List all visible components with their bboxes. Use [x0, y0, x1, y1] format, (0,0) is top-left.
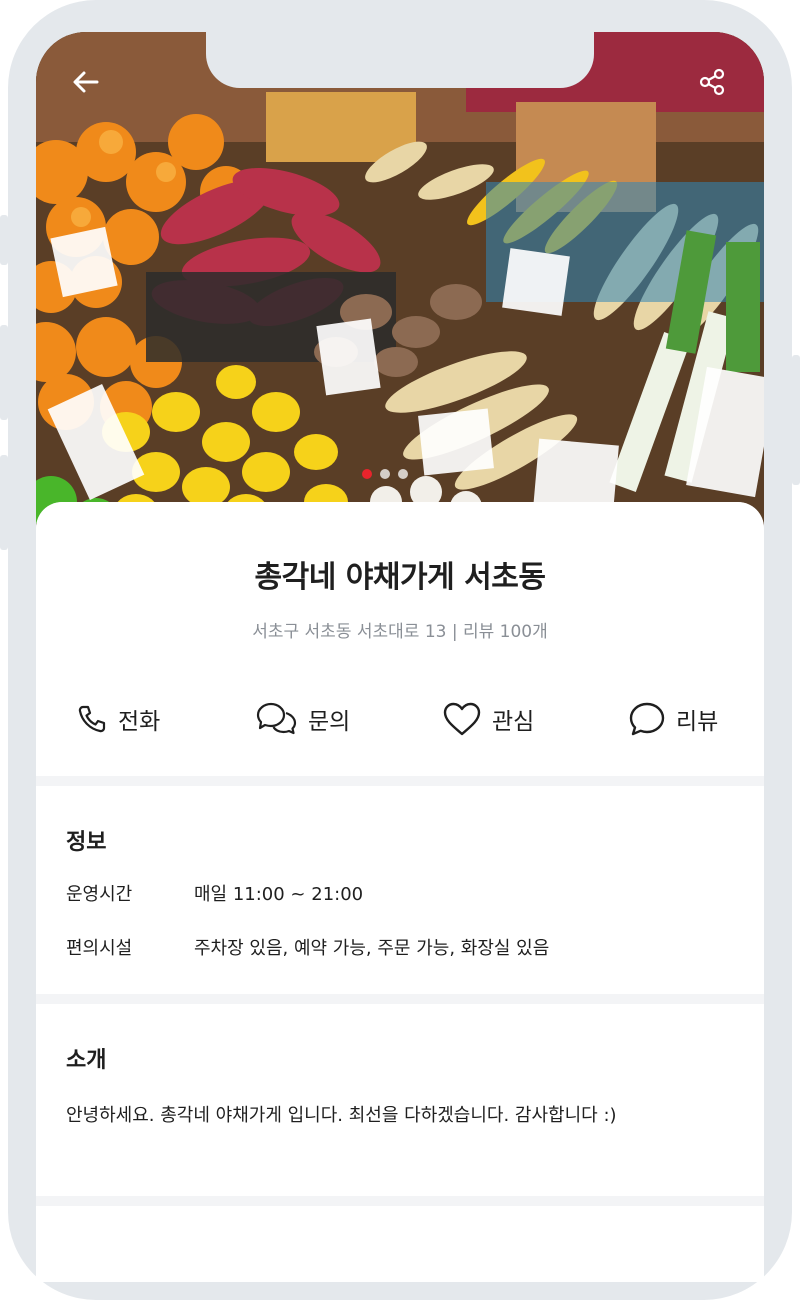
carousel-dot-active[interactable]: [362, 469, 372, 479]
phone-power-button: [792, 355, 800, 485]
call-label: 전화: [118, 709, 161, 735]
store-address-reviews: 서초구 서초동 서초대로 13 | 리뷰 100개: [252, 622, 548, 642]
phone-volume-down-button: [0, 455, 8, 550]
app-screen: 총각네 야채가게 서초동 서초구 서초동 서초대로 13 | 리뷰 100개 전…: [36, 32, 764, 1282]
share-icon: [699, 68, 725, 96]
inquiry-label: 문의: [308, 709, 351, 735]
speech-bubble-icon: [629, 702, 665, 736]
phone-side-button: [0, 215, 8, 265]
carousel-dot[interactable]: [398, 469, 408, 479]
favorite-label: 관심: [492, 709, 535, 735]
review-button[interactable]: 리뷰: [628, 697, 718, 741]
intro-section: 소개 안녕하세요. 총각네 야채가게 입니다. 최선을 다하겠습니다. 감사합니…: [36, 1004, 764, 1196]
review-label: 리뷰: [676, 709, 719, 735]
share-button[interactable]: [692, 62, 732, 102]
carousel-indicator[interactable]: [362, 469, 408, 479]
info-section: 정보 운영시간 매일 11:00 ~ 21:00 편의시설 주차장 있음, 예약…: [36, 786, 764, 994]
back-button[interactable]: [66, 62, 106, 102]
carousel-dot[interactable]: [380, 469, 390, 479]
store-detail-card: 총각네 야채가게 서초동 서초구 서초동 서초대로 13 | 리뷰 100개 전…: [36, 502, 764, 1282]
info-row-hours: 운영시간 매일 11:00 ~ 21:00: [66, 880, 363, 906]
call-button[interactable]: 전화: [76, 697, 160, 741]
next-section: [36, 1206, 764, 1282]
phone-notch: [206, 32, 594, 88]
arrow-left-icon: [73, 71, 99, 93]
chat-bubbles-icon: [256, 702, 297, 735]
action-bar: 전화 문의 관심 리뷰: [36, 697, 764, 741]
hours-value: 매일 11:00 ~ 21:00: [194, 884, 364, 905]
phone-icon: [78, 705, 106, 733]
store-name: 총각네 야채가게 서초동: [254, 560, 546, 595]
info-title: 정보: [66, 830, 107, 855]
amenities-value: 주차장 있음, 예약 가능, 주문 가능, 화장실 있음: [194, 938, 550, 959]
inquiry-button[interactable]: 문의: [256, 697, 350, 741]
info-row-amenities: 편의시설 주차장 있음, 예약 가능, 주문 가능, 화장실 있음: [66, 934, 549, 960]
store-hero-image[interactable]: [36, 32, 764, 572]
favorite-button[interactable]: 관심: [442, 697, 534, 741]
vegetable-market-photo: [36, 32, 764, 572]
phone-volume-up-button: [0, 325, 8, 420]
hours-label: 운영시간: [66, 884, 133, 905]
intro-title: 소개: [66, 1048, 107, 1073]
store-header-section: 총각네 야채가게 서초동 서초구 서초동 서초대로 13 | 리뷰 100개 전…: [36, 502, 764, 776]
heart-icon: [443, 702, 481, 736]
intro-text: 안녕하세요. 총각네 야채가게 입니다. 최선을 다하겠습니다. 감사합니다 :…: [66, 1105, 617, 1126]
amenities-label: 편의시설: [66, 938, 133, 959]
